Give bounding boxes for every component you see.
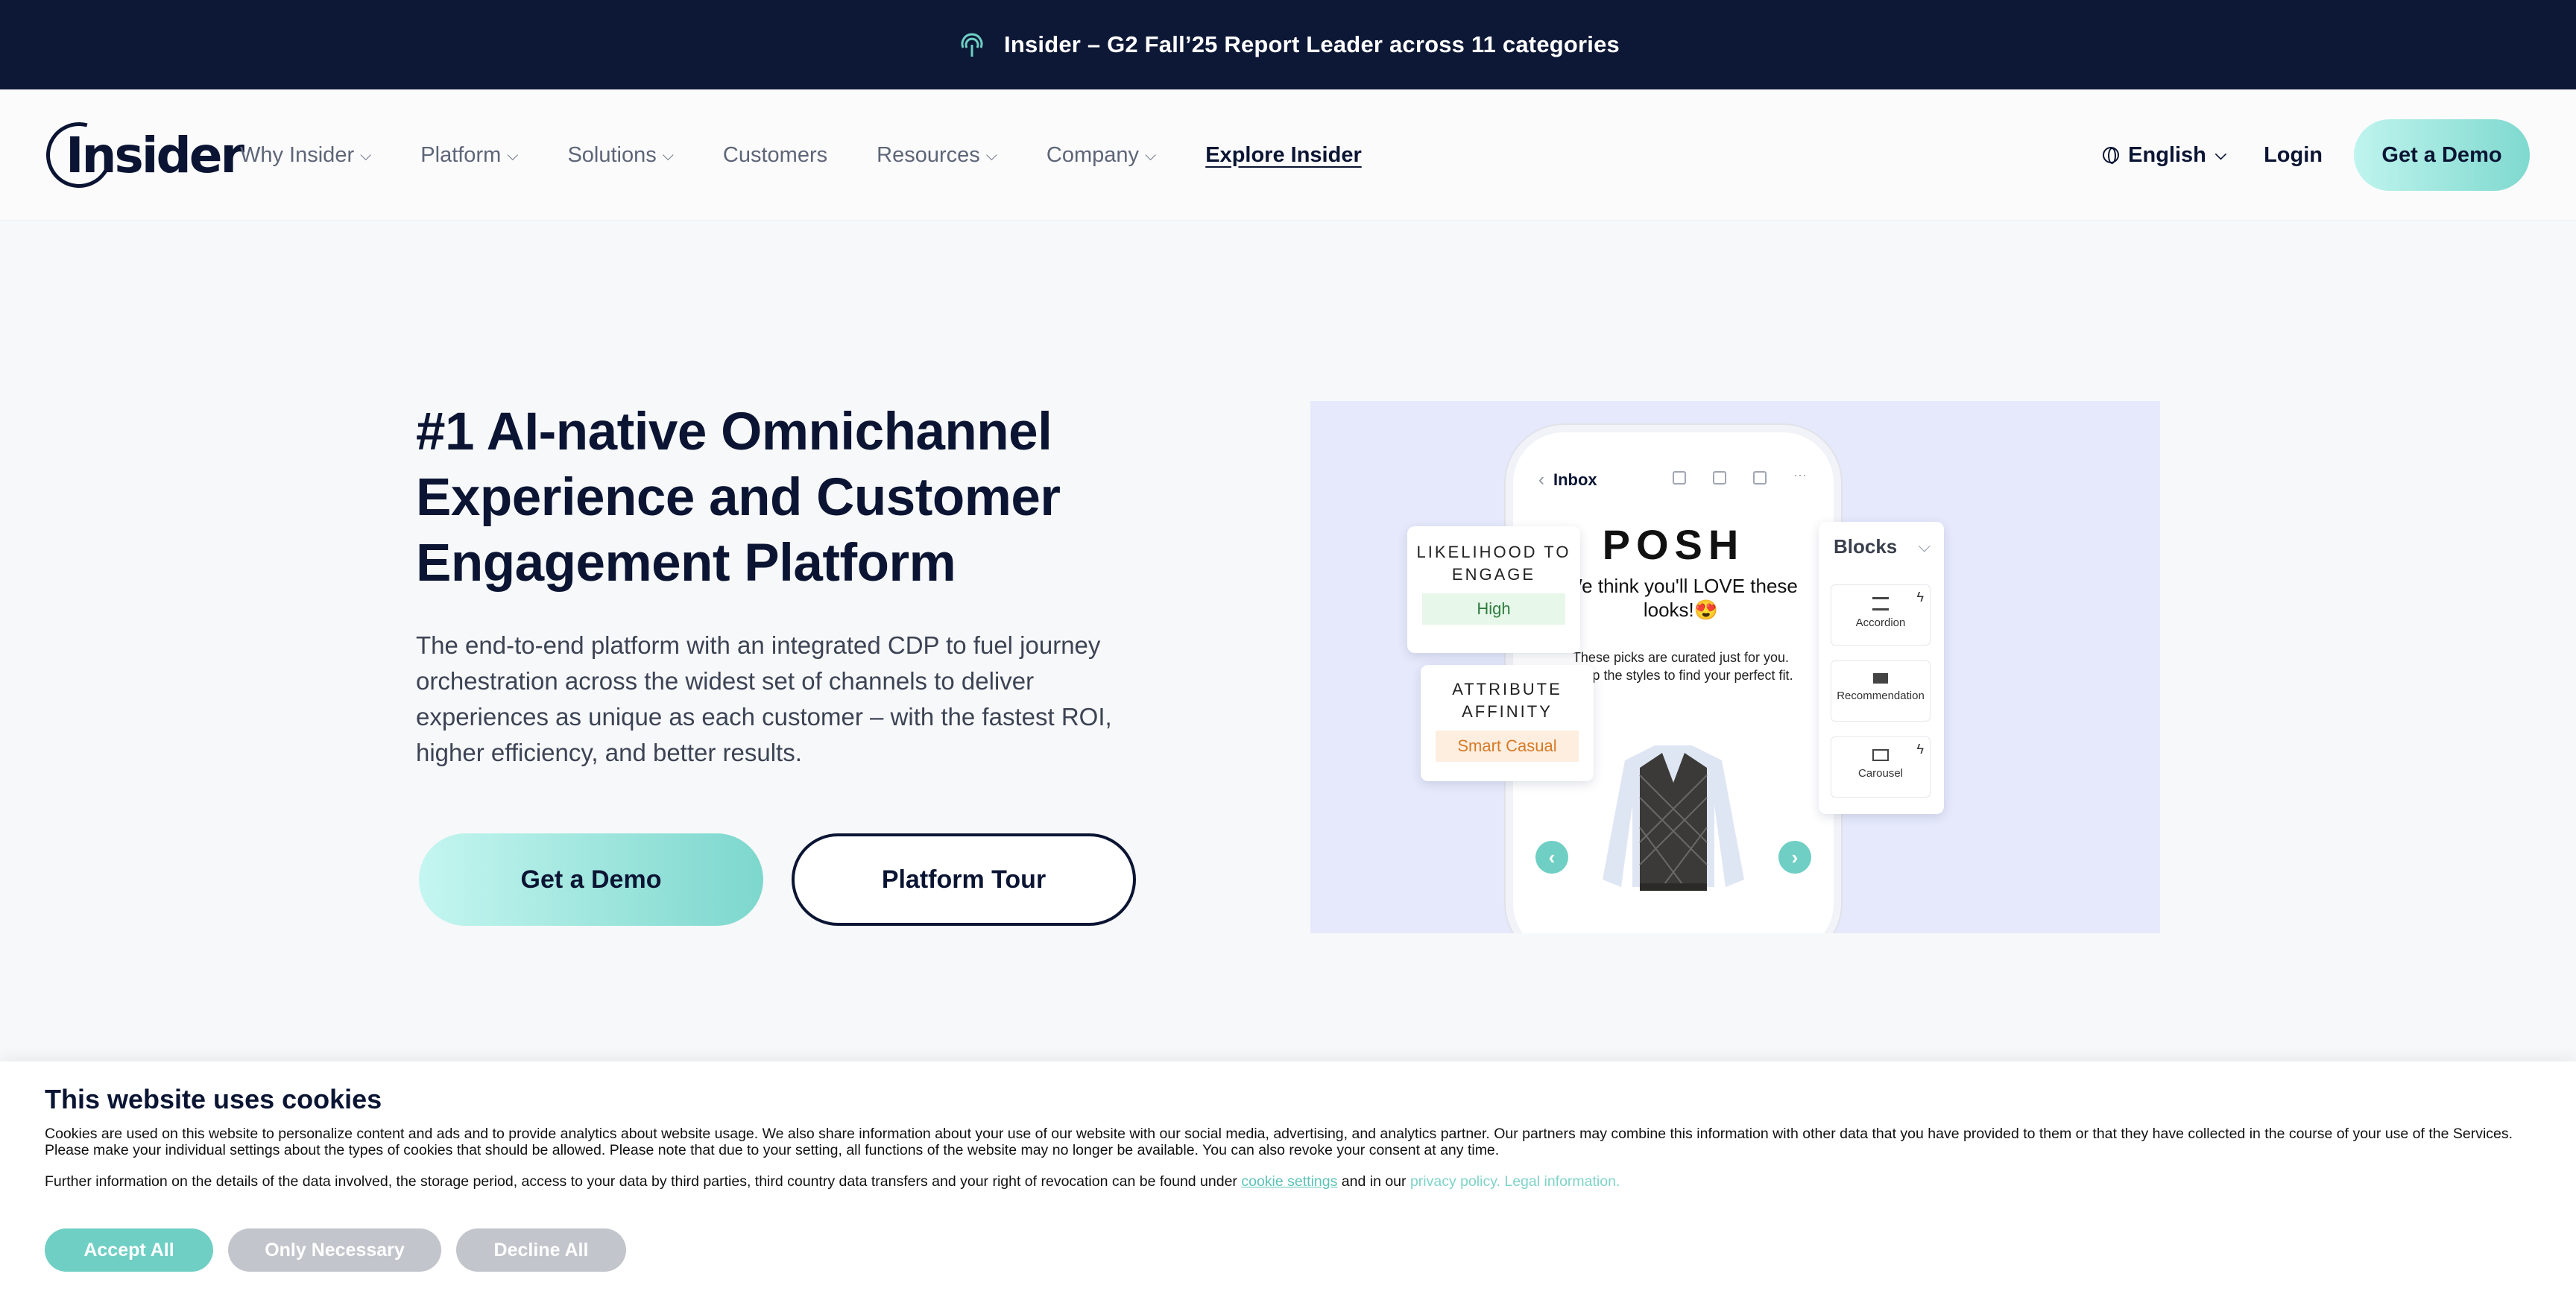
login-link[interactable]: Login [2264, 143, 2323, 168]
logo-word: Insider [66, 126, 244, 184]
cookie-further-info: Further information on the details of th… [45, 1173, 2519, 1190]
announcement-text[interactable]: Insider – G2 Fall’25 Report Leader acros… [1004, 31, 1620, 58]
carousel-next-button[interactable]: › [1778, 841, 1811, 874]
affinity-card-title: ATTRIBUTE AFFINITY [1452, 680, 1562, 721]
language-selector[interactable]: English ⌵ [2103, 143, 2226, 168]
nav-item-why-insider[interactable]: Why Insider ⌵ [240, 143, 371, 168]
decline-all-button[interactable]: Decline All [456, 1228, 626, 1272]
trash-icon [1713, 471, 1727, 485]
block-label: Accordion [1855, 616, 1906, 629]
chevron-down-icon: ⌵ [1918, 537, 1931, 555]
phone-header: ‹ Inbox ··· [1513, 461, 1834, 499]
chevron-down-icon: ⌵ [2214, 146, 2227, 163]
bolt-icon: ϟ [1916, 742, 1924, 757]
insider-logo[interactable]: Insider [34, 110, 244, 201]
sweater-image [1603, 745, 1744, 891]
nav-item-label: Company [1046, 142, 1140, 167]
announcement-bar[interactable]: Insider – G2 Fall’25 Report Leader acros… [0, 0, 2576, 89]
back-chevron-icon: ‹ [1538, 470, 1544, 490]
nav-menu: Why Insider ⌵ Platform ⌵ Solutions ⌵ Custom… [240, 89, 1411, 221]
hero-visual: ‹ Inbox ··· POSH We think you'll LOVE th… [1310, 401, 2160, 933]
block-accordion[interactable]: ϟ Accordion [1831, 584, 1931, 646]
bolt-icon: ϟ [1916, 590, 1924, 605]
chevron-down-icon: ⌵ [360, 147, 372, 164]
nav-item-label: Solutions [567, 142, 657, 167]
nav-item-company[interactable]: Company ⌵ [1046, 143, 1156, 168]
cookie-further-prefix: Further information on the details of th… [45, 1173, 1237, 1190]
recommendation-icon [1873, 673, 1888, 684]
archive-icon [1673, 471, 1687, 485]
chevron-down-icon: ⌵ [662, 147, 674, 164]
mail-icon [1753, 471, 1767, 485]
block-label: Recommendation [1837, 690, 1925, 702]
block-label: Carousel [1857, 767, 1904, 780]
email-headline: We think you'll LOVE these looks!😍 [1564, 575, 1798, 621]
block-recommendation[interactable]: Recommendation [1831, 660, 1931, 722]
affinity-card-value: Smart Casual [1436, 731, 1579, 762]
nav-item-resources[interactable]: Resources ⌵ [877, 143, 997, 168]
nav-item-label: Why Insider [240, 142, 355, 167]
engage-card: LIKELIHOOD TO ENGAGE High [1407, 526, 1580, 653]
accordion-icon [1872, 597, 1889, 611]
cookie-banner: This website uses cookies Cookies are us… [0, 1061, 2576, 1303]
inbox-label: Inbox [1553, 470, 1597, 489]
nav-item-label: Resources [877, 142, 980, 167]
chevron-down-icon: ⌵ [1145, 147, 1157, 164]
carousel-icon [1872, 749, 1889, 761]
blocks-title: Blocks [1834, 535, 1898, 558]
affinity-card: ATTRIBUTE AFFINITY Smart Casual [1421, 665, 1594, 781]
get-demo-button[interactable]: Get a Demo [419, 833, 763, 926]
language-label: English [2128, 142, 2206, 167]
chevron-down-icon: ⌵ [985, 147, 997, 164]
cookie-text: Cookies are used on this website to pers… [45, 1126, 2513, 1158]
nav-get-demo-button[interactable]: Get a Demo [2354, 119, 2530, 191]
blocks-panel: Blocks ⌵ ϟ Accordion Recommendation ϟ Ca… [1819, 522, 1944, 814]
only-necessary-button[interactable]: Only Necessary [228, 1228, 441, 1272]
carousel-prev-button[interactable]: ‹ [1535, 841, 1568, 874]
nav-item-platform[interactable]: Platform ⌵ [420, 143, 518, 168]
cookie-and-text: and in our [1341, 1173, 1407, 1190]
email-body: These picks are curated just for you. Sh… [1568, 650, 1793, 683]
accept-all-button[interactable]: Accept All [45, 1228, 213, 1272]
block-carousel[interactable]: ϟ Carousel [1831, 736, 1931, 798]
more-icon: ··· [1793, 467, 1807, 482]
main-nav: Insider Why Insider ⌵ Platform ⌵ Solutions… [0, 89, 2576, 221]
platform-tour-button[interactable]: Platform Tour [792, 833, 1136, 926]
nav-item-explore-insider[interactable]: Explore Insider [1205, 143, 1362, 168]
nav-item-label: Customers [722, 142, 828, 167]
engage-card-title: LIKELIHOOD TO ENGAGE [1416, 543, 1571, 584]
nav-right: English ⌵ Login Get a Demo [2103, 89, 2530, 221]
privacy-policy-link[interactable]: privacy policy. Legal information. [1410, 1173, 1620, 1190]
phone-header-icons: ··· [1673, 467, 1807, 485]
cookie-settings-link[interactable]: cookie settings [1241, 1173, 1337, 1190]
hero-subtitle: The end-to-end platform with an integrat… [416, 631, 1112, 766]
globe-icon [2103, 147, 2120, 164]
signal-icon [956, 29, 988, 60]
cookie-title: This website uses cookies [45, 1084, 382, 1114]
hero-title: #1 AI-native Omnichannel Experience and … [416, 403, 1061, 593]
chevron-down-icon: ⌵ [507, 147, 519, 164]
engage-card-value: High [1422, 593, 1565, 625]
nav-item-solutions[interactable]: Solutions ⌵ [567, 143, 673, 168]
nav-item-customers[interactable]: Customers [723, 143, 827, 168]
nav-item-label: Platform [420, 142, 502, 167]
